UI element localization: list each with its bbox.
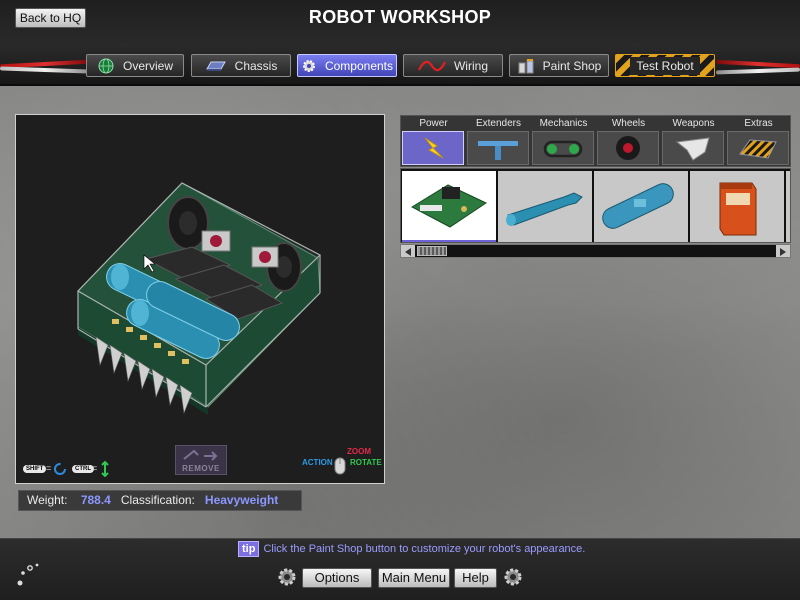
tab-paint-shop[interactable]: Paint Shop [509,54,609,77]
rotate-icon [54,463,66,475]
category-power[interactable]: Power [401,116,466,168]
remove-label: REMOVE [182,464,220,473]
extender-icon [478,141,518,160]
lightning-icon [424,137,444,159]
tab-wiring[interactable]: Wiring [403,54,503,77]
tip-banner: tip Click the Paint Shop button to custo… [238,541,585,557]
scroll-left-button[interactable] [401,245,415,257]
page-title: ROBOT WORKSHOP [308,7,492,27]
tab-chassis-label: Chassis [234,58,278,73]
cable-decoration-right-2 [715,67,800,75]
category-mechanics-iconbox [532,131,594,165]
wire-icon [418,60,446,71]
part-circuit-board[interactable] [402,171,496,242]
tab-chassis[interactable]: Chassis [191,54,291,77]
paint-can-icon [518,58,534,73]
blue-tank-icon [506,192,583,226]
category-extenders-iconbox [467,131,529,165]
part-blue-tank[interactable] [498,171,592,242]
tab-components[interactable]: Components [297,54,397,77]
category-extras[interactable]: Extras [726,116,791,168]
part-orange-battery[interactable] [690,171,784,242]
chain-gear-icon [543,140,583,158]
category-power-label: Power [419,118,448,129]
parts-scrollbar[interactable] [400,244,791,258]
tab-overview-label: Overview [122,58,173,73]
hazard-plate-icon [739,139,777,159]
tab-paint-shop-label: Paint Shop [542,58,602,73]
globe-icon [98,58,114,73]
tab-test-robot-label: Test Robot [630,56,700,75]
arrow-right-icon [780,248,786,256]
tab-components-label: Components [324,58,394,73]
component-categories: Power Extenders Mechanics Wheels Weapons… [400,115,791,167]
classification-label: Classification: [120,493,195,507]
ctrl-key-hint: CTRL [72,465,94,473]
robot-3d-viewport[interactable]: REMOVE SHIFT = CTRL = ACTION ZOOM ROTATE [15,114,385,484]
parts-gallery [400,168,791,243]
weight-value: 788.4 [80,493,111,507]
back-to-hq-button[interactable]: Back to HQ [15,8,86,28]
loading-spinner-icon [17,563,39,586]
category-wheels-label: Wheels [611,118,646,129]
mouse-icon [334,457,346,475]
category-mechanics[interactable]: Mechanics [531,116,596,168]
category-mechanics-label: Mechanics [539,118,588,129]
robot-stats-bar: Weight: 788.4 Classification: Heavyweigh… [18,490,302,511]
tip-badge: tip [238,541,260,557]
category-power-iconbox [402,131,464,165]
classification-value: Heavyweight [204,493,279,507]
scroll-right-button[interactable] [776,245,790,257]
tab-wiring-label: Wiring [453,58,488,73]
gear-left-icon [278,568,296,586]
top-bar: Back to HQ ROBOT WORKSHOP Overview Chass… [0,0,800,86]
wheel-icon [616,136,640,160]
category-extras-iconbox [727,131,789,165]
category-weapons-iconbox [662,131,724,165]
help-button[interactable]: Help [454,568,497,588]
shift-eq: = [46,463,52,473]
category-extenders-label: Extenders [475,118,522,129]
remove-arrow-icon [183,449,218,461]
tab-test-robot[interactable]: Test Robot [615,54,715,77]
tab-overview[interactable]: Overview [86,54,184,77]
scrollbar-thumb[interactable] [417,246,447,256]
weight-label: Weight: [27,493,68,507]
circuit-board-icon [410,184,488,228]
co2-tank-icon [602,183,674,229]
rotate-label: ROTATE [350,458,382,467]
cable-decoration-right [715,59,800,69]
category-extras-label: Extras [744,118,773,129]
ctrl-eq: = [92,463,98,473]
part-co2-tank[interactable] [594,171,688,242]
gear-right-icon [504,568,522,586]
category-weapons-label: Weapons [672,118,715,129]
orange-battery-icon [719,182,757,236]
remove-button[interactable]: REMOVE [175,445,227,475]
options-button[interactable]: Options [302,568,372,588]
category-wheels-iconbox [597,131,659,165]
zoom-label: ZOOM [347,447,371,456]
category-extenders[interactable]: Extenders [466,116,531,168]
blade-icon [675,137,710,161]
chassis-icon [205,61,226,71]
action-label: ACTION [302,458,333,467]
tip-text: Click the Paint Shop button to customize… [263,543,586,555]
category-weapons[interactable]: Weapons [661,116,726,168]
arrow-left-icon [405,248,411,256]
vertical-move-icon [101,461,109,477]
category-wheels[interactable]: Wheels [596,116,661,168]
robot-model[interactable] [16,115,384,483]
main-menu-button[interactable]: Main Menu [378,568,450,588]
gear-icon [302,59,315,72]
shift-key-hint: SHIFT [23,465,47,473]
part-next-partial[interactable] [786,171,790,242]
cable-decoration-left-2 [0,66,91,74]
